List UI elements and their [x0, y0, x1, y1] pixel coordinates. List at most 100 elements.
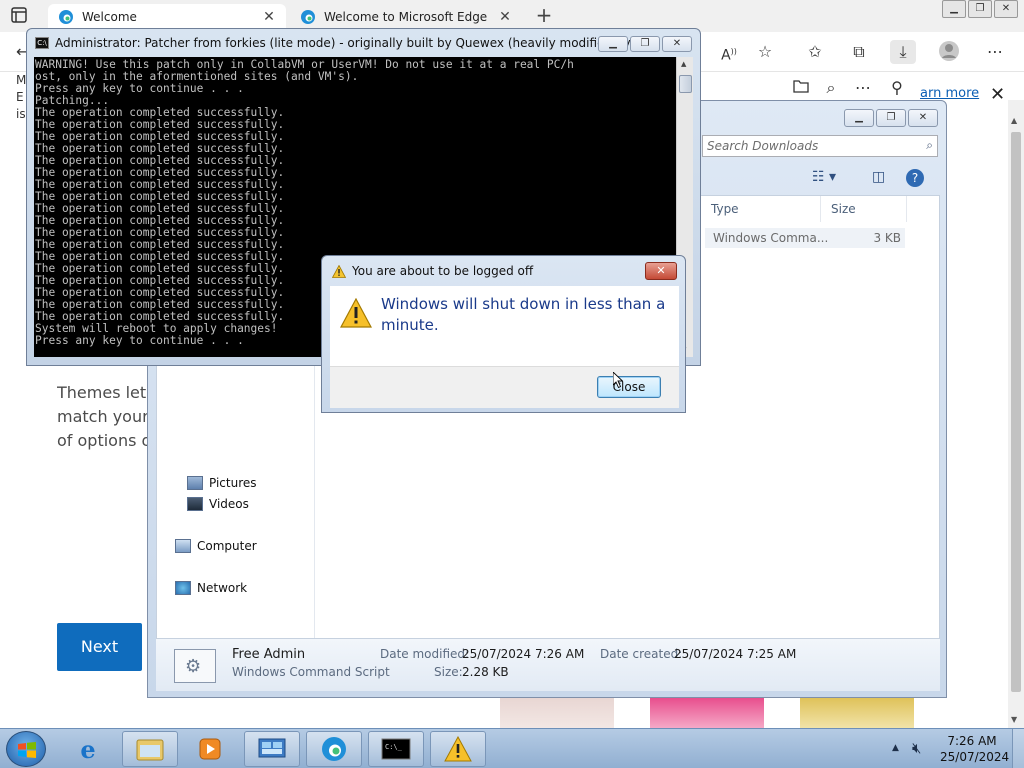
theme-previews	[500, 698, 920, 728]
more-icon[interactable]: ⋯	[982, 40, 1008, 64]
date-created-value: 25/07/2024 7:25 AM	[674, 647, 797, 661]
minimize-icon[interactable]: ▁	[844, 109, 874, 127]
fragment-line: M	[16, 73, 27, 87]
scrollbar-thumb[interactable]	[1011, 132, 1021, 692]
close-icon[interactable]: ✕	[645, 262, 677, 280]
close-icon[interactable]: ✕	[908, 109, 938, 127]
page-text-fragment: M E is	[16, 72, 26, 123]
add-favorite-icon[interactable]: ☆	[752, 40, 778, 64]
videos-icon	[187, 497, 203, 511]
column-header-type[interactable]: Type	[705, 196, 821, 222]
theme-preview[interactable]	[500, 698, 614, 728]
size-value: 2.28 KB	[462, 665, 509, 679]
pictures-icon	[187, 476, 203, 490]
cmd-icon: C:\_	[381, 738, 411, 760]
nav-label: Pictures	[209, 476, 257, 490]
logoff-dialog: You are about to be logged off ✕ Windows…	[321, 255, 686, 413]
preview-pane-icon[interactable]: ◫	[872, 169, 885, 185]
taskbar-control-panel-button[interactable]	[244, 731, 300, 767]
view-options-icon[interactable]: ☷ ▾	[812, 169, 836, 185]
themes-line: Themes let y	[57, 383, 149, 402]
dialog-body: Windows will shut down in less than a mi…	[330, 286, 679, 366]
file-row[interactable]: Windows Comma... 3 KB	[705, 228, 905, 248]
nav-item-pictures[interactable]: Pictures	[187, 476, 257, 490]
tab-welcome[interactable]: Welcome ✕	[48, 4, 286, 30]
dialog-message: Windows will shut down in less than a mi…	[381, 295, 666, 334]
taskbar-ie-button[interactable]: e	[60, 731, 116, 767]
nav-item-videos[interactable]: Videos	[187, 497, 249, 511]
nav-item-computer[interactable]: Computer	[175, 539, 257, 553]
nav-item-network[interactable]: Network	[175, 581, 247, 595]
explorer-command-bar: ☷ ▾ ◫ ?	[702, 165, 942, 195]
search-input[interactable]: Search Downloads ⌕	[702, 135, 938, 157]
more-options-icon[interactable]: ⋯	[850, 76, 876, 100]
search-icon[interactable]: ⌕	[818, 76, 844, 100]
scrollbar-thumb[interactable]	[679, 75, 692, 93]
scroll-up-icon[interactable]: ▲	[681, 60, 686, 68]
learn-more-link[interactable]: arn more	[920, 86, 979, 101]
clock[interactable]: 7:26 AM 25/07/2024	[940, 733, 1010, 765]
computer-icon	[175, 539, 191, 553]
tab-edge-welcome[interactable]: Welcome to Microsoft Edge ✕	[290, 4, 522, 30]
taskbar-warning-button[interactable]	[430, 731, 486, 767]
pin-icon[interactable]: ⚲	[884, 76, 910, 100]
cmd-titlebar[interactable]: C:\ Administrator: Patcher from forkies …	[35, 36, 661, 50]
nav-label: Network	[197, 581, 248, 595]
scroll-up-icon[interactable]: ▲	[1011, 116, 1017, 125]
close-icon[interactable]: ✕	[994, 0, 1018, 18]
clock-date: 25/07/2024	[940, 750, 1010, 764]
themes-line: match your s	[57, 407, 149, 426]
cmd-title: Administrator: Patcher from forkies (lit…	[55, 36, 662, 50]
fragment-line: E	[16, 90, 24, 104]
cmd-window-controls: ▁ ❐ ✕	[598, 36, 692, 52]
next-button[interactable]: Next	[57, 623, 142, 671]
scroll-down-icon[interactable]: ▼	[1011, 715, 1017, 724]
theme-preview[interactable]	[650, 698, 764, 728]
search-icon[interactable]: ⌕	[926, 138, 933, 153]
tab-actions-icon[interactable]	[10, 6, 34, 26]
page-scrollbar[interactable]: ▲ ▼	[1008, 100, 1024, 728]
downloads-icon[interactable]: ⤓	[890, 40, 916, 64]
theme-preview[interactable]	[800, 698, 914, 728]
close-tab-icon[interactable]: ✕	[262, 9, 276, 25]
new-tab-icon[interactable]: +	[534, 4, 554, 28]
search-placeholder: Search Downloads	[707, 139, 819, 153]
warning-icon	[332, 264, 346, 278]
tab-title: Welcome	[82, 10, 137, 24]
taskbar-explorer-button[interactable]	[122, 731, 178, 767]
dialog-titlebar[interactable]: You are about to be logged off	[332, 264, 533, 278]
gear-icon: ⚙	[185, 656, 202, 677]
svg-text:C:\_: C:\_	[385, 743, 403, 751]
edge-icon	[322, 737, 346, 761]
collections-icon[interactable]: ⧉	[846, 40, 872, 64]
date-modified-label: Date modified:	[380, 647, 470, 661]
control-panel-icon	[258, 738, 286, 758]
column-header-size[interactable]: Size	[825, 196, 907, 222]
close-tab-icon[interactable]: ✕	[498, 9, 512, 25]
nav-label: Videos	[209, 497, 249, 511]
volume-muted-icon[interactable]: 🔇︎	[912, 739, 921, 757]
close-icon[interactable]: ✕	[990, 84, 1005, 105]
close-icon[interactable]: ✕	[662, 36, 692, 52]
taskbar-edge-button[interactable]	[306, 731, 362, 767]
edge-favicon-icon	[301, 10, 315, 24]
minimize-icon[interactable]: ▁	[598, 36, 628, 52]
help-icon[interactable]: ?	[906, 169, 924, 187]
minimize-icon[interactable]: ▁	[942, 0, 966, 18]
maximize-icon[interactable]: ❐	[630, 36, 660, 52]
folder-icon[interactable]	[788, 76, 814, 100]
profile-icon[interactable]	[936, 40, 962, 64]
dialog-title: You are about to be logged off	[352, 264, 534, 278]
taskbar-media-player-button[interactable]	[182, 731, 238, 767]
taskbar-cmd-button[interactable]: C:\_	[368, 731, 424, 767]
mouse-cursor-icon	[613, 372, 623, 388]
favorites-icon[interactable]: ✩	[802, 40, 828, 64]
read-aloud-icon[interactable]: A))	[716, 40, 742, 64]
show-hidden-icons-icon[interactable]: ▲	[892, 743, 899, 753]
clock-time: 7:26 AM	[947, 734, 997, 748]
close-button[interactable]: Close	[597, 376, 661, 398]
show-desktop-button[interactable]	[1012, 729, 1024, 768]
restore-icon[interactable]: ❐	[968, 0, 992, 18]
maximize-icon[interactable]: ❐	[876, 109, 906, 127]
start-button[interactable]	[6, 731, 46, 767]
